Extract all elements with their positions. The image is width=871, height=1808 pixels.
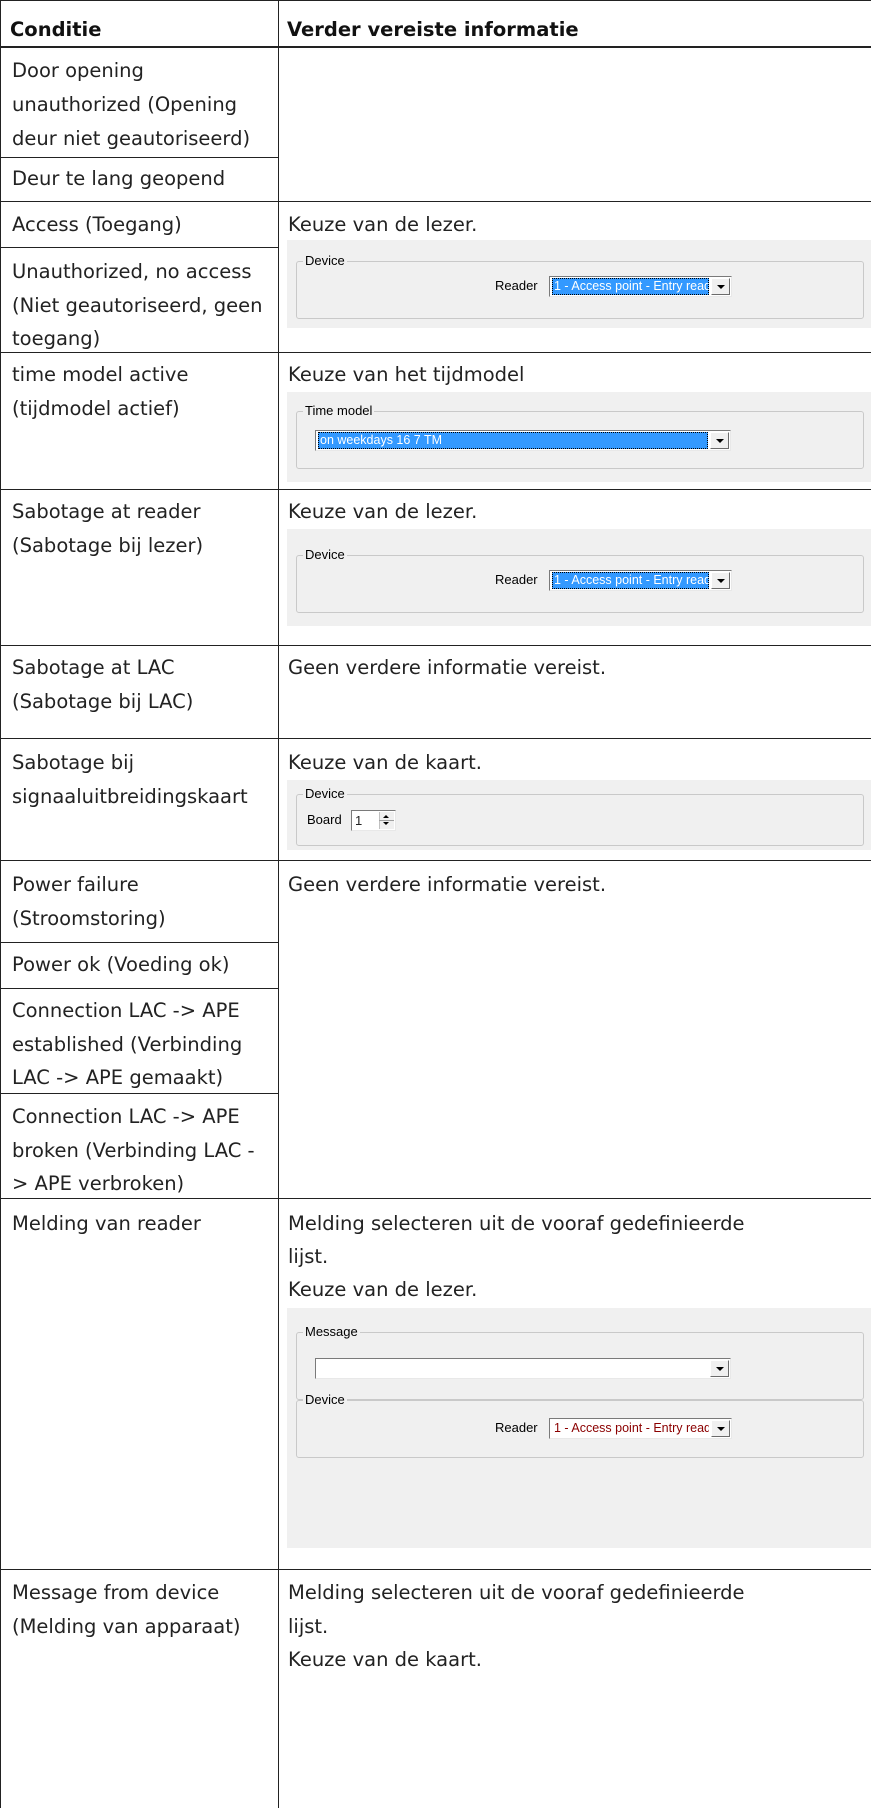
condition-text: (Sabotage bij lezer) bbox=[12, 534, 204, 557]
reader-label: Reader bbox=[495, 572, 538, 587]
message-device-panel: Message Device Reader 1 - Access point -… bbox=[287, 1308, 871, 1548]
board-label: Board bbox=[307, 812, 342, 827]
info-text: lijst. bbox=[288, 1245, 329, 1268]
reader-dropdown[interactable]: 1 - Access point - Entry reader-1 bbox=[549, 570, 732, 591]
row-divider bbox=[0, 645, 871, 646]
info-text: Keuze van de kaart. bbox=[288, 751, 482, 774]
condition-text: (Sabotage bij LAC) bbox=[12, 690, 194, 713]
board-spinner[interactable]: 1 bbox=[351, 810, 396, 831]
document-page: Conditie Verder vereiste informatie Door… bbox=[0, 0, 871, 1808]
info-text: Keuze van het tijdmodel bbox=[288, 363, 525, 386]
reader-dropdown-value: 1 - Access point - Entry reader-1 bbox=[552, 278, 709, 295]
device-board-panel: Device Board 1 bbox=[287, 780, 871, 850]
row-divider bbox=[0, 352, 871, 353]
condition-text: Sabotage at LAC bbox=[12, 656, 175, 679]
condition-text: signaaluitbreidingskaart bbox=[12, 785, 248, 808]
row-divider bbox=[0, 247, 278, 248]
condition-text: Access (Toegang) bbox=[12, 213, 182, 236]
device-reader-panel: Device Reader 1 - Access point - Entry r… bbox=[287, 240, 871, 328]
info-text: Keuze van de lezer. bbox=[288, 213, 478, 236]
condition-text: Power failure bbox=[12, 873, 139, 896]
row-divider bbox=[0, 201, 871, 202]
row-divider bbox=[0, 738, 871, 739]
device-group-title: Device bbox=[303, 1392, 347, 1408]
column-header-info: Verder vereiste informatie bbox=[287, 18, 579, 41]
row-divider bbox=[0, 489, 871, 490]
info-text: Keuze van de lezer. bbox=[288, 500, 478, 523]
condition-text: Power ok (Voeding ok) bbox=[12, 953, 230, 976]
chevron-down-icon[interactable] bbox=[711, 1420, 730, 1437]
spin-divider bbox=[379, 820, 394, 821]
condition-text: (Stroomstoring) bbox=[12, 907, 166, 930]
condition-text: time model active bbox=[12, 363, 189, 386]
chevron-down-icon[interactable] bbox=[710, 1360, 729, 1377]
table-border-left bbox=[0, 0, 1, 1808]
info-text: Geen verdere informatie vereist. bbox=[288, 873, 607, 896]
condition-text: Connection LAC -> APE bbox=[12, 999, 240, 1022]
time-model-group-title: Time model bbox=[303, 403, 375, 419]
info-text: Keuze van de kaart. bbox=[288, 1648, 482, 1671]
condition-text: unauthorized (Opening bbox=[12, 93, 238, 116]
device-reader-panel: Device Reader 1 - Access point - Entry r… bbox=[287, 529, 871, 626]
time-model-dropdown[interactable]: on weekdays 16 7 TM bbox=[315, 430, 731, 451]
condition-text: Connection LAC -> APE bbox=[12, 1105, 240, 1128]
chevron-down-icon[interactable] bbox=[711, 572, 730, 589]
condition-text: (Melding van apparaat) bbox=[12, 1615, 241, 1638]
info-text: Geen verdere informatie vereist. bbox=[288, 656, 607, 679]
header-divider bbox=[0, 46, 871, 48]
row-divider bbox=[0, 988, 278, 989]
row-divider bbox=[0, 942, 278, 943]
condition-text: established (Verbinding bbox=[12, 1033, 243, 1056]
column-header-condition: Conditie bbox=[10, 18, 102, 41]
message-dropdown-value bbox=[318, 1360, 708, 1377]
condition-text: toegang) bbox=[12, 327, 101, 350]
reader-dropdown[interactable]: 1 - Access point - Entry reader-1 bbox=[549, 276, 732, 297]
condition-text: Sabotage at reader bbox=[12, 500, 201, 523]
row-divider bbox=[0, 860, 871, 861]
info-text: Melding selecteren uit de vooraf gedefin… bbox=[288, 1581, 745, 1604]
condition-text: Unauthorized, no access bbox=[12, 260, 252, 283]
reader-label: Reader bbox=[495, 278, 538, 293]
device-group-title: Device bbox=[303, 547, 347, 563]
condition-text: > APE verbroken) bbox=[12, 1172, 185, 1195]
chevron-down-icon[interactable] bbox=[710, 432, 729, 449]
condition-text: (tijdmodel actief) bbox=[12, 397, 180, 420]
row-divider bbox=[0, 157, 278, 158]
table-border-top bbox=[0, 0, 871, 1]
message-group-title: Message bbox=[303, 1324, 360, 1340]
info-text: lijst. bbox=[288, 1615, 329, 1638]
condition-text: broken (Verbinding LAC - bbox=[12, 1139, 255, 1162]
condition-text: (Niet geautoriseerd, geen bbox=[12, 294, 263, 317]
device-group-title: Device bbox=[303, 786, 347, 802]
condition-text: Message from device bbox=[12, 1581, 220, 1604]
reader-dropdown-value: 1 - Access point - Entry reader-1 bbox=[554, 1421, 709, 1435]
chevron-down-icon[interactable] bbox=[711, 278, 730, 295]
reader-dropdown[interactable]: 1 - Access point - Entry reader-1 bbox=[549, 1418, 732, 1439]
device-group-title: Device bbox=[303, 253, 347, 269]
info-text: Melding selecteren uit de vooraf gedefin… bbox=[288, 1212, 745, 1235]
time-model-panel: Time model on weekdays 16 7 TM bbox=[287, 392, 871, 482]
reader-label: Reader bbox=[495, 1420, 538, 1435]
condition-text: Deur te lang geopend bbox=[12, 167, 226, 190]
condition-text: Melding van reader bbox=[12, 1212, 201, 1235]
board-spinner-value: 1 bbox=[355, 813, 363, 828]
condition-text: deur niet geautoriseerd) bbox=[12, 127, 251, 150]
info-text: Keuze van de lezer. bbox=[288, 1278, 478, 1301]
row-divider bbox=[0, 1569, 871, 1570]
message-dropdown[interactable] bbox=[315, 1358, 731, 1379]
condition-text: LAC -> APE gemaakt) bbox=[12, 1066, 224, 1089]
condition-text: Sabotage bij bbox=[12, 751, 135, 774]
column-divider bbox=[278, 0, 279, 1808]
condition-text: Door opening bbox=[12, 59, 144, 82]
reader-dropdown-value: 1 - Access point - Entry reader-1 bbox=[552, 572, 709, 589]
time-model-dropdown-value: on weekdays 16 7 TM bbox=[318, 432, 708, 449]
